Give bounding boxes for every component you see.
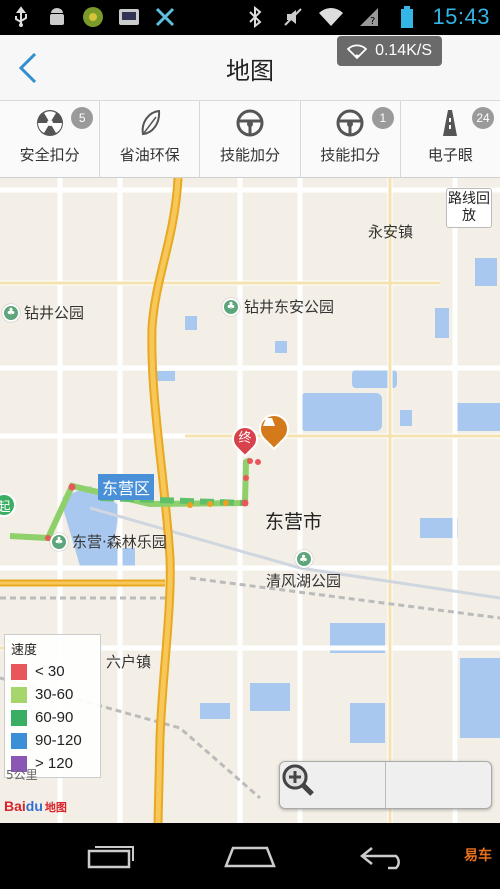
tab-road-camera[interactable]: 电子眼 24: [401, 101, 500, 177]
zoom-in-icon: [282, 764, 314, 796]
steering-wheel-icon: [335, 108, 365, 138]
legend-label: 60-90: [35, 709, 74, 726]
legend-label: > 120: [35, 755, 73, 772]
network-speed-badge: 0.14K/S: [337, 36, 442, 66]
recent-apps-icon: [87, 846, 134, 869]
legend-item: < 30: [11, 660, 94, 683]
poi-zuanjing-dongan-park[interactable]: ♣ 钻井东安公园: [222, 296, 334, 317]
home-button[interactable]: [220, 839, 280, 873]
zoom-in-button[interactable]: [282, 762, 491, 808]
legend-label: 90-120: [35, 732, 82, 749]
tab-label: 技能加分: [220, 146, 281, 164]
count-badge: 1: [371, 107, 394, 129]
start-marker-label: 起: [0, 499, 11, 515]
tab-label: 省油环保: [119, 146, 180, 164]
watermark: 易车: [464, 848, 492, 864]
legend-item: 60-90: [11, 706, 94, 729]
network-speed-text: 0.14K/S: [375, 42, 432, 59]
wifi-icon: [347, 44, 368, 59]
count-badge: 24: [472, 107, 495, 129]
title-bar: 地图 0.14K/S: [0, 35, 500, 101]
back-nav-button[interactable]: [355, 839, 415, 873]
home-icon: [224, 846, 276, 868]
status-bar: ? 15:43: [0, 0, 500, 35]
leaf-icon: [135, 108, 165, 138]
tab-skill-deduction[interactable]: 技能扣分 1: [301, 101, 401, 177]
poi-label: 钻井公园: [24, 304, 85, 322]
end-marker-label: 终: [238, 431, 252, 446]
svg-text:?: ?: [370, 16, 375, 27]
legend-swatch: [11, 686, 27, 703]
zoom-controls: [279, 761, 492, 809]
tab-safety-deduction[interactable]: 安全扣分 5: [0, 101, 101, 177]
recent-apps-button[interactable]: [80, 839, 140, 873]
legend-swatch: [11, 663, 27, 680]
legend-label: 30-60: [35, 686, 74, 703]
map-scale: 5公里: [6, 768, 38, 782]
navigation-bar: 易车: [0, 823, 500, 889]
legend-item: 30-60: [11, 683, 94, 706]
android-icon: [44, 4, 70, 30]
legend-swatch: [11, 732, 27, 749]
poi-label: 清风湖公园: [266, 572, 342, 590]
steering-wheel-icon: [235, 108, 265, 138]
place-label: 六户镇: [106, 653, 152, 671]
legend-swatch: [11, 709, 27, 726]
signal-icon: ?: [356, 4, 382, 30]
park-icon: ♣: [222, 297, 240, 316]
wifi-icon: [318, 4, 344, 30]
tab-fuel-saving[interactable]: 省油环保: [100, 101, 201, 177]
count-badge: 5: [71, 107, 94, 129]
road-camera-icon: [435, 108, 465, 138]
place-label: 永安镇: [368, 223, 414, 241]
poi-qingfenghu-park[interactable]: ♣ 清风湖公园: [266, 550, 341, 591]
park-icon: ♣: [50, 532, 68, 551]
map-view[interactable]: 起 终 永安镇 ♣ 钻井公园 ♣ 钻井东安公园 东营区 东营市 ♣ 东营·森林乐…: [0, 178, 500, 823]
car-icon: [261, 416, 287, 442]
bluetooth-icon: [242, 4, 268, 30]
legend-item: 90-120: [11, 729, 94, 752]
tab-label: 安全扣分: [19, 146, 80, 164]
clock: 15:43: [432, 4, 490, 29]
speed-legend: 速度 < 30 30-60 60-90 90-120 > 120: [4, 634, 101, 778]
mute-icon: [280, 4, 306, 30]
battery-icon: [394, 4, 420, 30]
app-icon: [80, 4, 106, 30]
poi-label: 钻井东安公园: [244, 298, 335, 316]
city-label: 东营市: [265, 511, 323, 533]
route-replay-button[interactable]: 路线回放: [446, 188, 492, 228]
poi-forest-park[interactable]: ♣ 东营·森林乐园: [50, 531, 167, 552]
back-arrow-icon: [359, 847, 400, 870]
tab-label: 电子眼: [427, 146, 473, 164]
usb-icon: [8, 4, 34, 30]
park-icon: ♣: [2, 303, 20, 322]
poi-label: 东营·森林乐园: [72, 533, 167, 551]
poi-zuanjing-park[interactable]: ♣ 钻井公园: [2, 302, 84, 323]
legend-title: 速度: [11, 643, 38, 658]
inbox-icon: [116, 4, 142, 30]
baidu-logo: Baidu 地图: [4, 798, 67, 814]
tools-icon: [152, 4, 178, 30]
legend-label: < 30: [35, 663, 65, 680]
category-tabs: 安全扣分 5 省油环保 技能加分 技能扣分 1 电子眼 24: [0, 101, 500, 178]
tab-label: 技能扣分: [320, 146, 381, 164]
park-icon: ♣: [294, 550, 313, 568]
radiation-icon: [35, 108, 65, 138]
tab-skill-bonus[interactable]: 技能加分: [200, 101, 301, 177]
district-label: 东营区: [98, 474, 155, 500]
